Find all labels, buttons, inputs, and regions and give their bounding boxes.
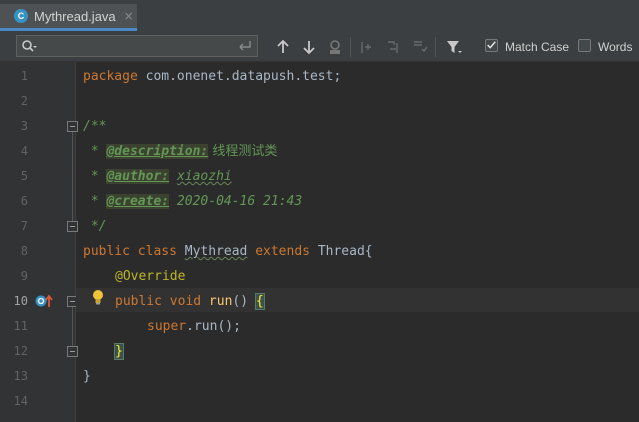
method-call: .run(); — [186, 319, 241, 334]
method-name: run — [208, 294, 233, 309]
code-line-7: */ — [83, 219, 107, 234]
editor-tab-bar: C Mythread.java × — [0, 0, 639, 33]
close-tab-icon[interactable]: × — [124, 9, 134, 23]
java-class-icon: C — [14, 9, 28, 23]
find-in-path-icon[interactable] — [327, 39, 343, 55]
match-case-checkbox[interactable] — [485, 39, 498, 52]
line-number: 8 — [20, 244, 28, 258]
previous-occurrence-icon[interactable] — [275, 39, 291, 55]
code-editor[interactable]: 1 2 3 4 5 6 7 8 9 10 11 12 13 14 package… — [0, 62, 639, 422]
javadoc-text: 线程测试类 — [208, 144, 278, 159]
line-number-current: 10 — [13, 294, 28, 308]
code-line-9: @Override — [115, 267, 185, 287]
code-line-11: super.run(); — [147, 317, 241, 337]
filter-icon[interactable] — [446, 39, 462, 55]
code-line-6: * @create: 2020-04-16 21:43 — [83, 192, 302, 212]
javadoc-tag: @description: — [106, 144, 209, 159]
line-number: 4 — [20, 144, 28, 158]
line-number: 3 — [20, 119, 28, 133]
line-number: 13 — [13, 369, 28, 383]
keyword: super — [147, 319, 187, 334]
line-number: 6 — [20, 194, 28, 208]
matched-brace: } — [114, 343, 124, 360]
tab-title: Mythread.java — [34, 8, 116, 24]
code-line-12: } — [114, 342, 124, 362]
javadoc-tag: @author: — [106, 169, 170, 184]
annotation: @Override — [115, 269, 186, 284]
keyword: public void — [115, 294, 209, 309]
words-checkbox[interactable] — [578, 39, 591, 52]
code-area[interactable]: package com.onenet.datapush.test; /** * … — [76, 62, 639, 422]
superclass-name: Thread{ — [317, 244, 373, 259]
fold-guide — [72, 132, 73, 221]
line-number: 12 — [13, 344, 28, 358]
line-number: 1 — [20, 69, 28, 83]
match-case-label: Match Case — [505, 40, 570, 54]
comment-star: * — [83, 194, 107, 209]
parameters: () — [232, 294, 256, 309]
line-number: 5 — [20, 169, 28, 183]
javadoc-text: 2020-04-16 21:43 — [169, 194, 303, 209]
package-name: com.onenet.datapush.test; — [137, 69, 342, 84]
line-number: 9 — [20, 269, 28, 283]
keyword: public class — [83, 244, 185, 259]
search-icon[interactable] — [21, 39, 37, 55]
line-number: 14 — [13, 394, 28, 408]
keyword: extends — [247, 244, 318, 259]
code-line-3: /** — [83, 119, 107, 134]
code-line-4: * @description: 线程测试类 — [83, 142, 277, 162]
matched-brace: { — [254, 293, 265, 310]
next-occurrence-icon[interactable] — [301, 39, 317, 55]
checkmark-icon — [487, 41, 496, 49]
search-box[interactable] — [16, 35, 258, 57]
enter-icon[interactable] — [237, 39, 253, 53]
comment-star: * — [83, 169, 107, 184]
select-all-occurrences-icon[interactable] — [412, 39, 428, 55]
find-bar: Match Case Words — [0, 32, 639, 62]
override-method-icon[interactable] — [34, 293, 54, 309]
remove-selection-icon[interactable] — [386, 39, 402, 55]
search-input[interactable] — [47, 38, 231, 56]
javadoc-tag: @create: — [106, 194, 170, 209]
lightbulb-icon[interactable] — [90, 288, 106, 306]
separator — [350, 37, 351, 57]
line-number: 2 — [20, 94, 28, 108]
javadoc-text: xiaozhi — [176, 169, 232, 184]
code-line-10: public void run() { — [115, 292, 265, 312]
code-line-8: public class Mythread extends Thread{ — [83, 242, 373, 262]
words-label: Words — [598, 40, 633, 54]
code-line-1: package com.onenet.datapush.test; — [83, 67, 341, 87]
tab-mythread-java[interactable]: C Mythread.java × — [0, 4, 137, 31]
fold-guide — [72, 307, 73, 346]
class-name: Mythread — [184, 244, 248, 259]
separator — [435, 37, 436, 57]
code-line-13: } — [83, 369, 91, 384]
add-selection-icon[interactable] — [360, 39, 376, 55]
gutter: 1 2 3 4 5 6 7 8 9 10 11 12 13 14 — [0, 62, 78, 422]
code-line-5: * @author: xiaozhi — [83, 167, 232, 187]
line-number: 11 — [13, 319, 28, 333]
comment-star: * — [83, 144, 107, 159]
text-caret — [263, 293, 265, 310]
keyword: package — [83, 69, 138, 84]
line-number: 7 — [20, 219, 28, 233]
